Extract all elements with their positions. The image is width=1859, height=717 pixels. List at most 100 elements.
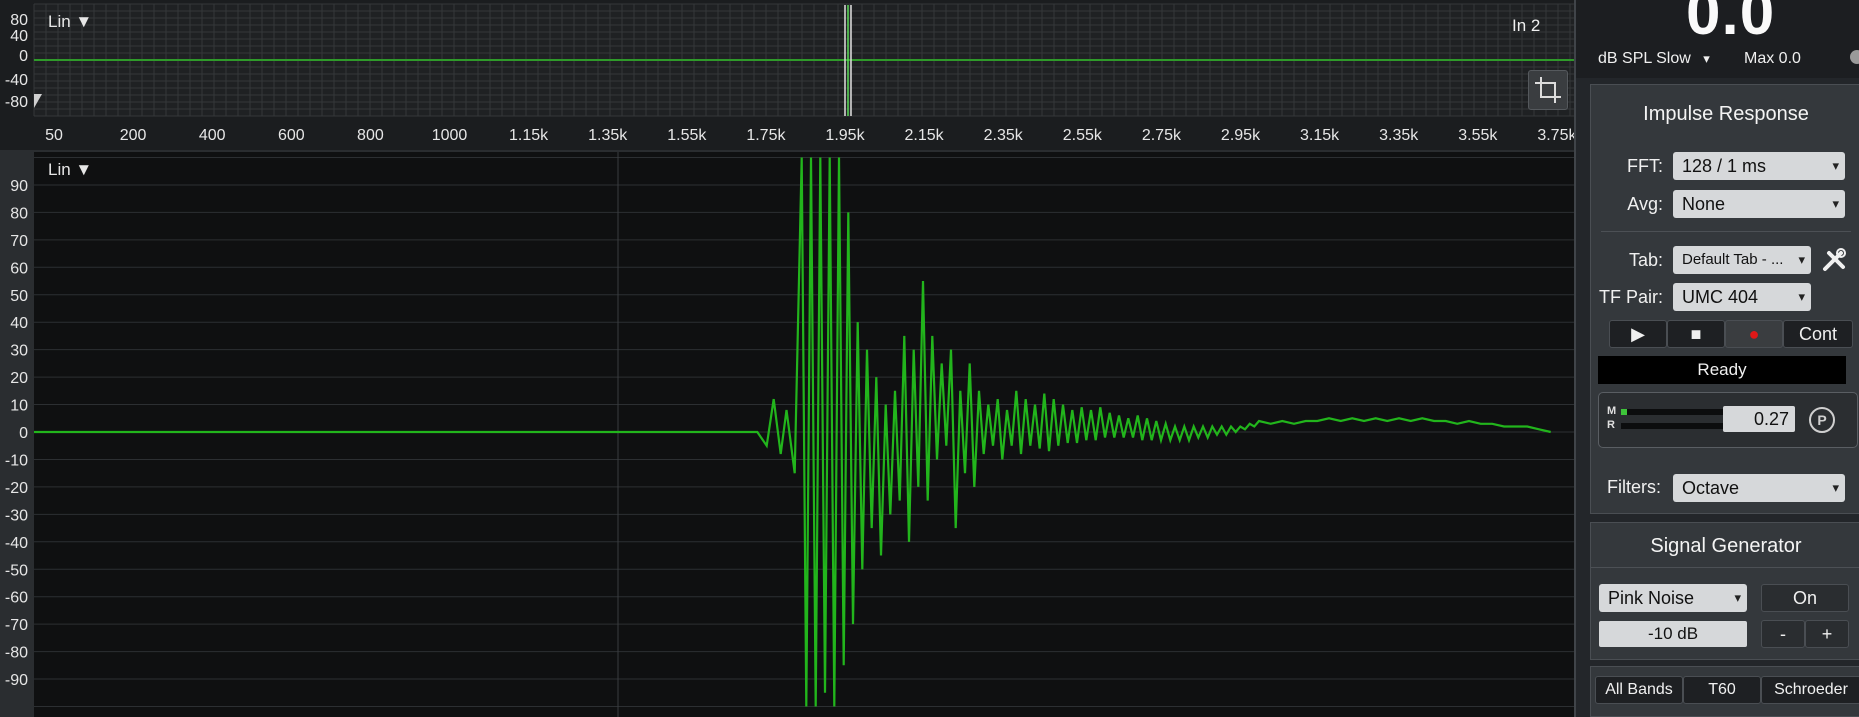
- phantom-power-icon[interactable]: P: [1809, 407, 1835, 433]
- impulse-y-tick: -80: [5, 645, 28, 662]
- chevron-down-icon: ▾: [1798, 252, 1805, 267]
- tab-select[interactable]: Default Tab - ... ▾: [1673, 246, 1811, 274]
- tab-schroeder[interactable]: Schroeder: [1761, 676, 1859, 704]
- level-r-label: R: [1607, 419, 1615, 431]
- play-icon: ▶: [1631, 324, 1645, 344]
- stop-icon: ■: [1690, 324, 1702, 344]
- impulse-y-tick: -60: [5, 590, 28, 607]
- level-plus-button[interactable]: +: [1805, 620, 1849, 648]
- record-button[interactable]: ●: [1725, 320, 1783, 348]
- impulse-y-tick: 20: [10, 370, 28, 387]
- filters-select[interactable]: Octave ▾: [1673, 474, 1845, 502]
- filters-label: Filters:: [1607, 477, 1661, 497]
- all-bands-label: All Bands: [1605, 681, 1673, 698]
- tools-icon[interactable]: [1819, 245, 1849, 275]
- continuous-button[interactable]: Cont: [1783, 320, 1853, 348]
- impulse-y-tick: 50: [10, 288, 28, 305]
- tf-pair-select[interactable]: UMC 404 ▾: [1673, 283, 1811, 311]
- overview-channel-label: In 2: [1512, 16, 1541, 35]
- overview-x-tick: 1.15k: [509, 127, 549, 144]
- impulse-scale-dropdown[interactable]: Lin ▼: [48, 160, 92, 180]
- chevron-down-icon: ▾: [1832, 196, 1839, 211]
- chevron-down-icon: ▾: [1703, 51, 1710, 66]
- fft-select[interactable]: 128 / 1 ms ▾: [1673, 152, 1845, 180]
- signal-type-select[interactable]: Pink Noise ▾: [1599, 584, 1747, 612]
- filters-row: Filters: Octave ▾: [1590, 462, 1859, 514]
- overview-chart: 80400-40-8050 200 400 600 800 1000 1.15k 1.35k 1…: [5, 3, 1574, 144]
- overview-x-tick: 400: [199, 127, 226, 144]
- overview-y-tick: 80: [10, 12, 28, 29]
- impulse-y-tick: -90: [5, 672, 28, 689]
- analysis-tabs-panel: All Bands T60 Schroeder: [1590, 666, 1859, 717]
- signal-on-button[interactable]: On: [1761, 584, 1849, 612]
- tab-t60[interactable]: T60: [1683, 676, 1761, 704]
- spl-mode-dropdown[interactable]: dB SPL Slow ▾: [1598, 50, 1710, 68]
- divider: [1591, 567, 1859, 568]
- spl-meter: 0.0 dB SPL Slow ▾ Max 0.0: [1576, 0, 1859, 78]
- chevron-down-icon: ▾: [1798, 289, 1805, 304]
- minus-label: -: [1780, 624, 1786, 644]
- avg-label: Avg:: [1627, 194, 1663, 214]
- overview-x-tick: 3.55k: [1458, 127, 1498, 144]
- overview-x-tick: 2.75k: [1142, 127, 1182, 144]
- continuous-label: Cont: [1798, 324, 1838, 344]
- impulse-plot[interactable]: 90 80 70 60 50 40 30 20 10 0 -10 -20 -30 -40 -50 -60 -70…: [0, 152, 1574, 717]
- crop-button[interactable]: [1528, 70, 1568, 110]
- stop-button[interactable]: ■: [1667, 320, 1725, 348]
- signal-level-field[interactable]: -10 dB: [1599, 621, 1747, 647]
- t60-label: T60: [1708, 681, 1736, 698]
- overview-y-tick: -80: [5, 94, 28, 111]
- fft-value: 128 / 1 ms: [1682, 156, 1767, 176]
- panel-title: Impulse Response: [1643, 103, 1809, 125]
- overview-x-tick: 50: [45, 127, 63, 144]
- tab-all-bands[interactable]: All Bands: [1595, 676, 1683, 704]
- overview-y-tick: 0: [19, 48, 28, 65]
- overview-x-tick: 1000: [432, 127, 468, 144]
- overview-plot[interactable]: 80 40 0 -40 -80 50 200 400 600 800 1000 1.15k 1.35k 1…: [0, 0, 1574, 150]
- schroeder-label: Schroeder: [1774, 681, 1848, 698]
- avg-select[interactable]: None ▾: [1673, 190, 1845, 218]
- impulse-chart: 90 80 70 60 50 40 30 20 10 0 -10 -20 -30 -40 -50 -60 -70…: [0, 152, 1574, 717]
- filters-value: Octave: [1682, 478, 1740, 498]
- impulse-y-tick: -40: [5, 535, 28, 552]
- tf-pair-value: UMC 404: [1682, 287, 1759, 307]
- overview-y-tick: -40: [5, 72, 28, 89]
- tab-value: Default Tab - ...: [1682, 251, 1784, 268]
- overview-x-tick: 200: [120, 127, 147, 144]
- record-icon: ●: [1748, 324, 1760, 344]
- level-m-fill: [1621, 409, 1628, 415]
- overview-x-tick: 3.35k: [1379, 127, 1419, 144]
- spl-value: 0.0: [1686, 0, 1776, 48]
- overview-x-tick: 2.15k: [905, 127, 945, 144]
- impulse-y-tick: 30: [10, 343, 28, 360]
- spl-max: Max 0.0: [1744, 50, 1801, 67]
- divider: [1601, 231, 1851, 232]
- overview-y-tick: 40: [10, 28, 28, 45]
- signal-generator-title: Signal Generator: [1650, 535, 1802, 557]
- level-m-track: [1621, 409, 1726, 415]
- impulse-y-tick: 60: [10, 260, 28, 277]
- tf-pair-label: TF Pair:: [1598, 287, 1663, 307]
- overview-x-tick: 1.75k: [746, 127, 786, 144]
- impulse-y-tick: 70: [10, 233, 28, 250]
- overview-x-tick: 1.55k: [667, 127, 707, 144]
- signal-on-label: On: [1792, 588, 1817, 608]
- impulse-y-tick: -10: [5, 452, 28, 469]
- impulse-y-tick: 40: [10, 315, 28, 332]
- level-value-field[interactable]: 0.27: [1723, 406, 1795, 432]
- fft-label: FFT:: [1627, 156, 1663, 176]
- signal-type-value: Pink Noise: [1608, 588, 1695, 608]
- level-minus-button[interactable]: -: [1761, 620, 1805, 648]
- meter-indicator-dot[interactable]: [1850, 50, 1859, 64]
- impulse-y-tick: 0: [19, 425, 28, 442]
- overview-x-tick: 3.75k: [1537, 127, 1574, 144]
- overview-x-tick: 2.35k: [984, 127, 1024, 144]
- spl-mode-label: dB SPL Slow: [1598, 50, 1691, 67]
- input-level-meter: M R 0.27 P: [1598, 392, 1858, 448]
- play-button[interactable]: ▶: [1609, 320, 1667, 348]
- overview-x-tick: 600: [278, 127, 305, 144]
- crop-icon: [1535, 77, 1561, 103]
- overview-x-tick: 2.55k: [1063, 127, 1103, 144]
- overview-scale-dropdown[interactable]: Lin ▼: [48, 12, 92, 32]
- impulse-y-tick: -70: [5, 617, 28, 634]
